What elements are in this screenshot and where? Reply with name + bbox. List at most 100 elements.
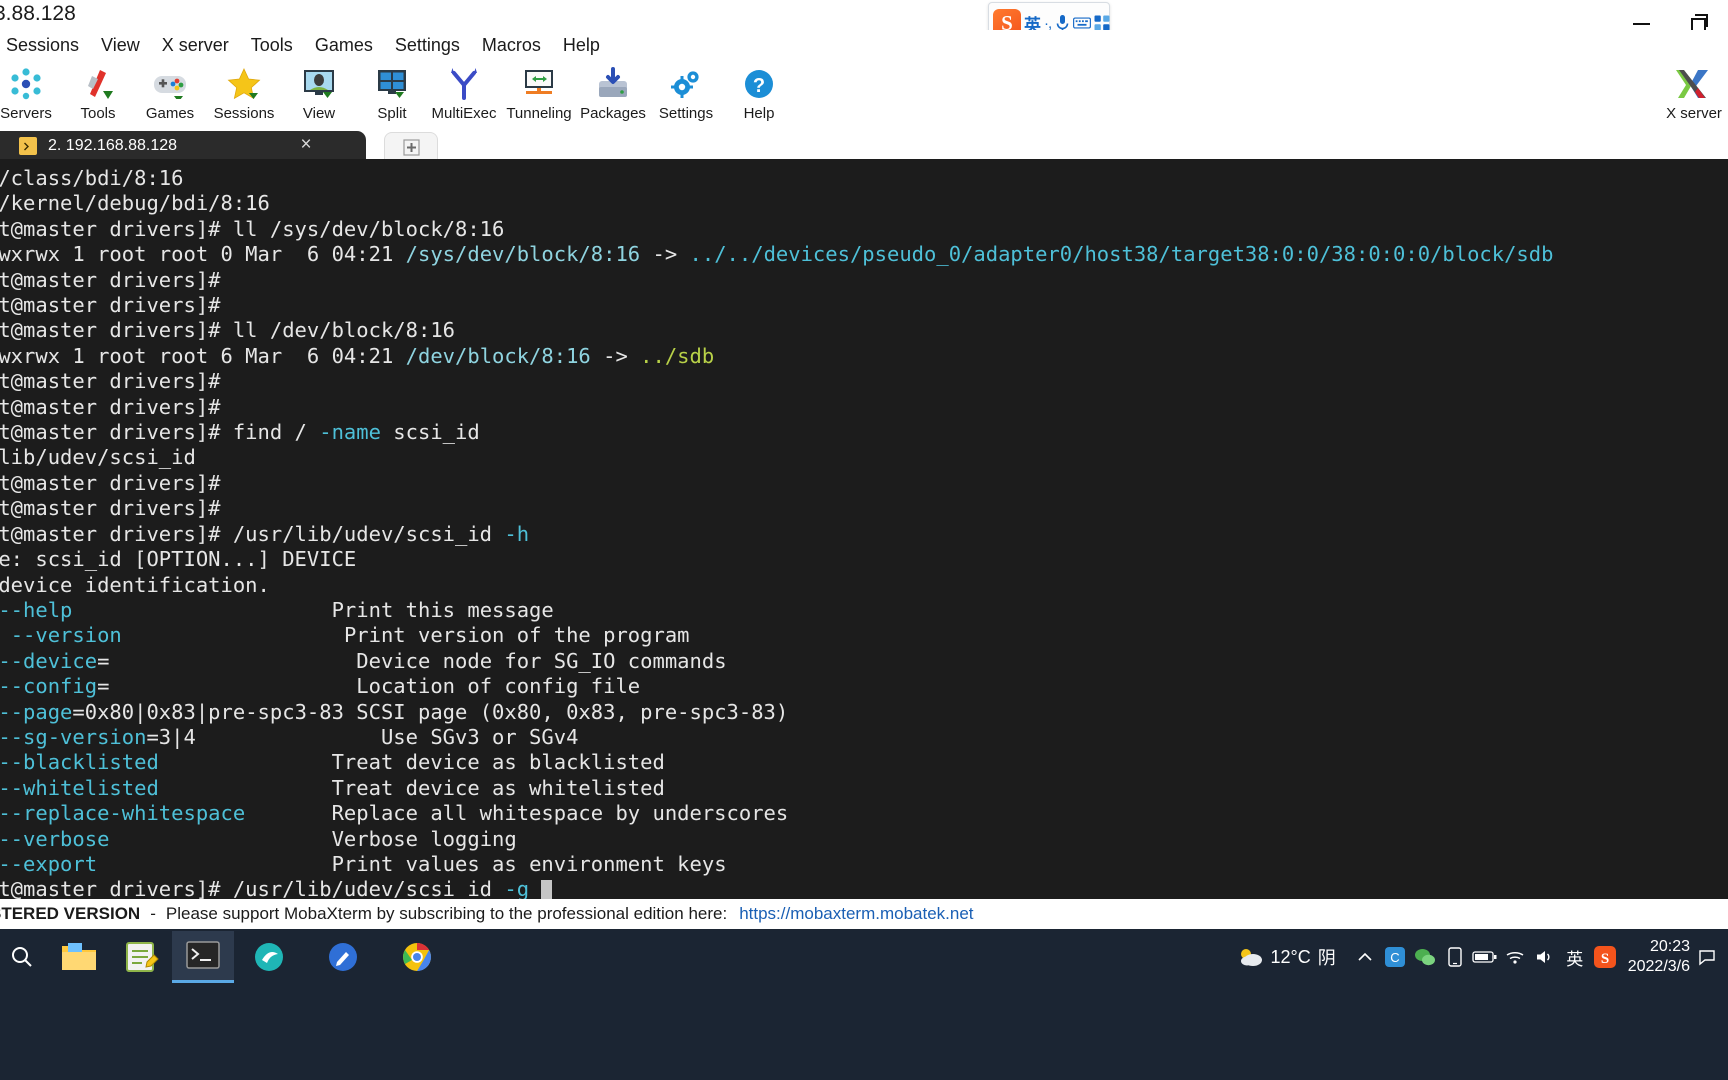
toolbar-games-label: Games: [145, 105, 195, 122]
terminal-text: --blacklisted: [0, 750, 159, 775]
toolbar-sessions-button[interactable]: Sessions: [204, 62, 284, 127]
weather-widget[interactable]: 12°C 阴: [1238, 944, 1336, 970]
toolbar-multiexec-button[interactable]: MultiExec: [424, 62, 504, 127]
toolbar-servers-button[interactable]: Servers: [0, 62, 66, 127]
window-titlebar: 3.88.128: [0, 0, 1728, 33]
terminal-line: rwxrwx 1 root root 6 Mar 6 04:21 /dev/bl…: [0, 344, 1728, 369]
terminal-text: Treat device as whitelisted: [158, 775, 665, 800]
taskbar-mobaxterm[interactable]: [172, 931, 234, 983]
gamepad-icon: [150, 64, 190, 104]
tunneling-icon: [519, 64, 559, 104]
terminal-text: ot@master drivers]# /usr/lib/udev/scsi_i…: [0, 521, 505, 546]
menu-help[interactable]: Help: [552, 31, 611, 59]
terminal-text: ot@master drivers]#: [0, 394, 221, 419]
terminal-text: ot@master drivers]# ll /sys/dev/block/8:…: [0, 216, 505, 241]
new-tab-button[interactable]: [384, 132, 438, 162]
terminal-line: ot@master drivers]#: [0, 268, 1728, 293]
taskbar-editor-blue[interactable]: [312, 931, 374, 983]
swiss-knife-icon: [78, 64, 118, 104]
terminal-line: --export Print values as environment key…: [0, 852, 1728, 877]
terminal-text: --config: [0, 674, 98, 699]
terminal-text: ot@master drivers]#: [0, 267, 221, 292]
taskbar-notepad-plus[interactable]: [110, 931, 172, 983]
start-button[interactable]: [0, 935, 44, 979]
terminal-line: --config= Location of config file: [0, 674, 1728, 699]
toolbar-view-button[interactable]: View: [279, 62, 359, 127]
toolbar-games-button[interactable]: Games: [130, 62, 210, 127]
toolbar-split-button[interactable]: Split: [352, 62, 432, 127]
toolbar-tunneling-button[interactable]: Tunneling: [499, 62, 579, 127]
terminal-text: =0x80|0x83|pre-spc3-83 SCSI page (0x80, …: [72, 699, 789, 724]
ime-en-icon[interactable]: 英: [1560, 937, 1590, 977]
toolbar-settings-button[interactable]: Settings: [646, 62, 726, 127]
terminal-line: --help Print this message: [0, 598, 1728, 623]
menu-xserver[interactable]: X server: [151, 31, 240, 59]
menu-macros[interactable]: Macros: [471, 31, 552, 59]
restore-button[interactable]: [1670, 0, 1728, 33]
terminal-line: --verbose Verbose logging: [0, 827, 1728, 852]
terminal-text: Print this message: [72, 597, 554, 622]
chevron-up-icon[interactable]: [1350, 937, 1380, 977]
mobaxterm-window: 3.88.128 S 英 ·, Sessions View X server T…: [0, 0, 1728, 1080]
network-icon[interactable]: [1500, 937, 1530, 977]
taskbar-clock[interactable]: 20:23 2022/3/6: [1628, 937, 1692, 977]
tab-session-192-168-88-128[interactable]: 2. 192.168.88.128 ×: [0, 131, 366, 161]
terminal-line: ge: scsi_id [OPTION...] DEVICE: [0, 547, 1728, 572]
wechat-icon[interactable]: [1410, 937, 1440, 977]
sogou-s-icon[interactable]: S: [1590, 937, 1620, 977]
monitor-user-icon: [299, 64, 339, 104]
terminal-line: s/kernel/debug/bdi/8:16: [0, 191, 1728, 216]
toolbar-xserver-button[interactable]: X server: [1652, 62, 1728, 127]
phone-icon[interactable]: [1440, 937, 1470, 977]
notification-icon[interactable]: [1692, 937, 1722, 977]
taskbar-browser-teal[interactable]: [238, 931, 300, 983]
gears-icon: [666, 64, 706, 104]
cloudy-sun-icon: [1240, 949, 1262, 966]
toolbar-tools-button[interactable]: Tools: [58, 62, 138, 127]
terminal-line: ot@master drivers]# /usr/lib/udev/scsi_i…: [0, 877, 1728, 899]
ime-punctuation-toggle[interactable]: ·,: [1044, 15, 1052, 32]
menu-settings[interactable]: Settings: [384, 31, 471, 59]
terminal-line: --page=0x80|0x83|pre-spc3-83 SCSI page (…: [0, 700, 1728, 725]
terminal-text: rwxrwx 1 root root 0 Mar 6 04:21: [0, 242, 406, 267]
blue-app-icon[interactable]: C: [1380, 937, 1410, 977]
status-message: Please support MobaXterm by subscribing …: [165, 904, 728, 923]
terminal-line: --whitelisted Treat device as whiteliste…: [0, 776, 1728, 801]
taskbar-file-explorer[interactable]: [48, 931, 110, 983]
tab-close-icon[interactable]: ×: [296, 135, 316, 155]
terminal-line: --sg-version=3|4 Use SGv3 or SGv4: [0, 725, 1728, 750]
terminal-line: ot@master drivers]# /usr/lib/udev/scsi_i…: [0, 522, 1728, 547]
terminal-line: --replace-whitespace Replace all whitesp…: [0, 801, 1728, 826]
terminal-line: rwxrwx 1 root root 0 Mar 6 04:21 /sys/de…: [0, 242, 1728, 267]
volume-icon[interactable]: [1530, 937, 1560, 977]
menu-tools[interactable]: Tools: [240, 31, 304, 59]
taskbar-chrome[interactable]: [386, 931, 448, 983]
minimize-button[interactable]: [1612, 0, 1670, 32]
browser-teal-icon: [255, 943, 283, 971]
toolbar-packages-button[interactable]: Packages: [573, 62, 653, 127]
toolbar-multiexec-label: MultiExec: [431, 105, 497, 122]
terminal-text: --sg-version: [0, 724, 147, 749]
terminal-text: ->: [640, 242, 690, 267]
menu-sessions[interactable]: Sessions: [0, 31, 90, 59]
toolbar-help-button[interactable]: ? Help: [719, 62, 799, 127]
toolbar-servers-label: Servers: [0, 105, 52, 122]
toolbar-settings-label: Settings: [658, 105, 714, 122]
terminal-text: --help: [0, 597, 73, 622]
battery-icon[interactable]: [1470, 937, 1500, 977]
mobaxterm-website-link[interactable]: https://mobaxterm.mobatek.net: [739, 904, 973, 924]
terminal-output[interactable]: s/class/bdi/8:16 s/kernel/debug/bdi/8:16 o…: [0, 159, 1728, 899]
terminal-session-icon: [19, 137, 37, 155]
tab-label: 2. 192.168.88.128: [48, 137, 178, 154]
window-controls: [1612, 0, 1728, 33]
menu-view[interactable]: View: [90, 31, 151, 59]
terminal-body: s/class/bdi/8:16 s/kernel/debug/bdi/8:16 o…: [0, 166, 1728, 899]
clock-time: 20:23: [1649, 938, 1690, 955]
terminal-line: --blacklisted Treat device as blackliste…: [0, 750, 1728, 775]
servers-network-icon: [6, 64, 46, 104]
search-icon: [12, 947, 32, 967]
terminal-text: rwxrwx 1 root root 6 Mar 6 04:21: [0, 343, 406, 368]
menu-games[interactable]: Games: [304, 31, 384, 59]
terminal-text: ->: [590, 343, 641, 368]
